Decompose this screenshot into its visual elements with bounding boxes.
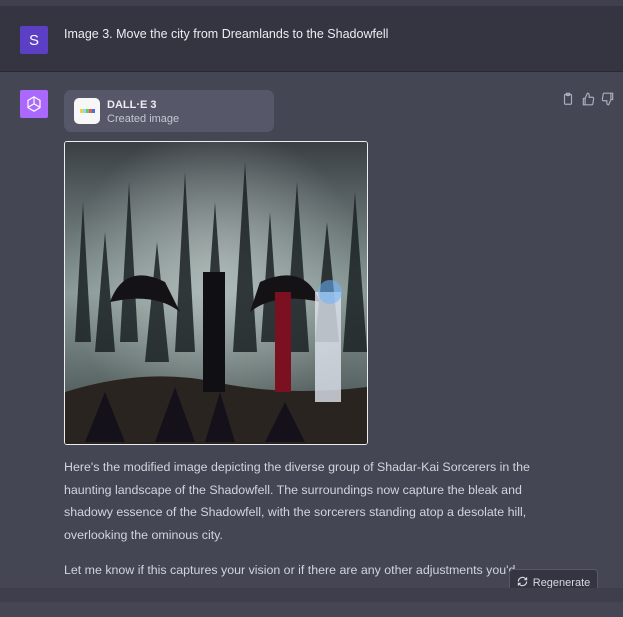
thumbs-down-icon[interactable]	[601, 92, 615, 106]
thumbs-up-icon[interactable]	[581, 92, 595, 106]
clipboard-icon[interactable]	[561, 92, 575, 106]
reply-paragraph-1: Here's the modified image depicting the …	[64, 460, 530, 542]
dalle-tool-card[interactable]: DALL·E 3 Created image	[64, 90, 274, 132]
assistant-message-row: DALL·E 3 Created image Here's the modifi…	[0, 72, 623, 602]
user-message-row: S Image 3. Move the city from Dreamlands…	[0, 6, 623, 72]
tool-card-title: DALL·E 3	[107, 99, 157, 111]
tool-card-subtitle: Created image	[107, 113, 180, 125]
user-avatar: S	[20, 26, 48, 54]
message-actions	[561, 92, 615, 106]
openai-logo-icon	[20, 90, 48, 118]
user-message-text: Image 3. Move the city from Dreamlands t…	[64, 27, 389, 41]
bottom-bar	[0, 588, 623, 602]
dalle-icon	[74, 98, 100, 124]
generated-image[interactable]	[64, 141, 368, 445]
